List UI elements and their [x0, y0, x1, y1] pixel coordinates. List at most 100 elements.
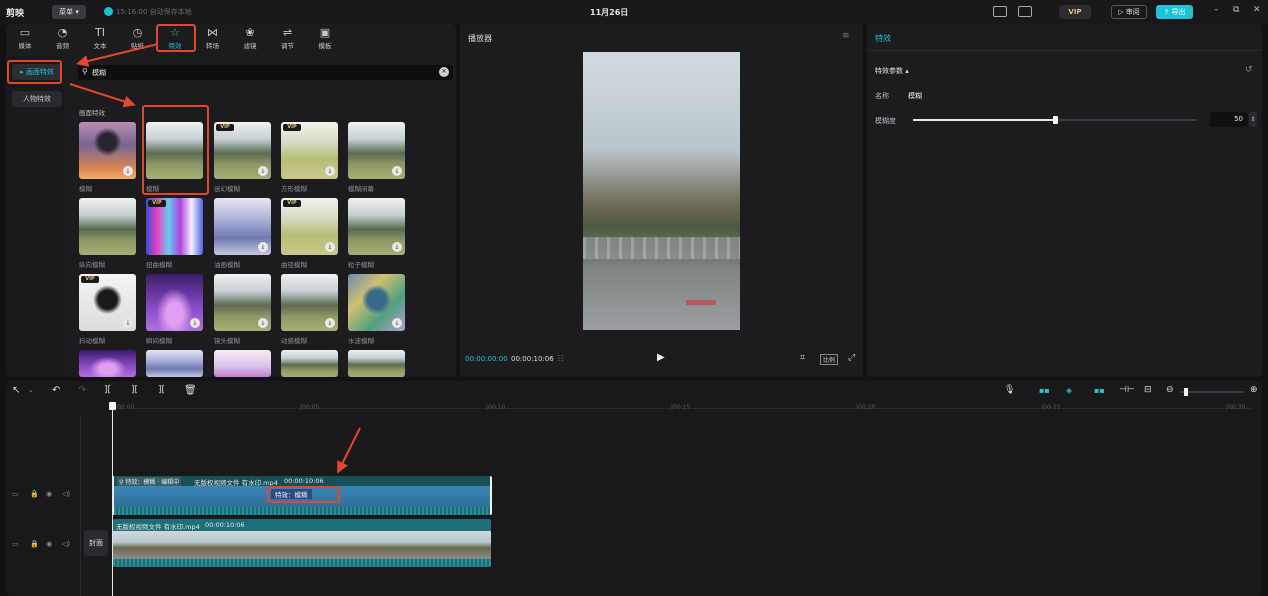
search-input[interactable]: ⚲ 模糊 ✕: [78, 65, 453, 80]
vip-badge: VIP: [148, 200, 166, 207]
player-panel: 播放器 ≡ 00:00:00:00 00:00:10:06 ☷ ▶ ⌗ 比例 ⤢: [460, 24, 863, 377]
sticker-icon: ◷: [132, 26, 143, 39]
microphone-icon[interactable]: 🎙: [1004, 385, 1015, 395]
track1-eye-icon[interactable]: ◉: [46, 490, 52, 498]
ruler-ticks: [120, 408, 1252, 409]
effect-thumbnail[interactable]: ⤓: [348, 274, 405, 331]
effect-thumbnail[interactable]: ⤓: [348, 198, 405, 255]
effect-thumbnail[interactable]: [348, 350, 405, 377]
tab-template[interactable]: ▣ 模板: [309, 26, 341, 50]
effect-thumbnail[interactable]: ⤓: [348, 122, 405, 179]
transition-icon: ⋈: [207, 26, 218, 39]
delete-left-icon[interactable]: ][: [131, 385, 138, 395]
effect-thumbnail[interactable]: ⤓: [281, 274, 338, 331]
download-icon[interactable]: ⤓: [392, 242, 402, 252]
export-button[interactable]: ⇪ 导出: [1156, 5, 1193, 19]
tab-media[interactable]: ▭ 媒体: [9, 26, 41, 50]
main-track-magnet-icon[interactable]: ▪▪: [1039, 386, 1050, 395]
blur-degree-track[interactable]: [913, 116, 1197, 124]
subtitle-icon[interactable]: ⊟: [1144, 385, 1152, 395]
zoom-slider[interactable]: [1180, 388, 1244, 396]
tab-text[interactable]: TI 文本: [84, 26, 116, 50]
delete-right-icon[interactable]: ][: [158, 385, 165, 395]
track1-lock-icon[interactable]: 🔒: [30, 490, 39, 498]
blur-degree-stepper[interactable]: ⇕: [1249, 112, 1257, 127]
download-icon[interactable]: ⤓: [258, 242, 268, 252]
tab-adjust[interactable]: ⇌ 调节: [272, 26, 304, 50]
player-menu-icon[interactable]: ≡: [842, 31, 850, 41]
auto-snap-icon[interactable]: ◈: [1066, 386, 1072, 395]
effect-thumbnail[interactable]: [146, 350, 203, 377]
blur-degree-handle[interactable]: [1053, 116, 1058, 124]
tab-filter[interactable]: ❀ 滤镜: [234, 26, 266, 50]
video-clip-main[interactable]: 无版权视频文件 有水印.mp4 00:00:10:06: [113, 519, 491, 567]
vip-badge: VIP: [283, 200, 301, 207]
cover-button[interactable]: 封面: [84, 530, 108, 556]
effect-thumbnail[interactable]: ⤓: [79, 122, 136, 179]
effect-thumbnail[interactable]: VIP ⤓: [281, 198, 338, 255]
effect-thumbnail[interactable]: [79, 198, 136, 255]
tab-sticker[interactable]: ◷ 贴纸: [122, 26, 154, 50]
effect-thumbnail[interactable]: [281, 350, 338, 377]
ratio-button[interactable]: 比例: [820, 354, 839, 365]
clear-search-icon[interactable]: ✕: [439, 67, 449, 77]
effect-params-title: 特效参数 ▴: [875, 67, 909, 75]
download-icon[interactable]: ⤓: [258, 166, 268, 176]
download-icon[interactable]: ⤓: [325, 242, 335, 252]
keyboard-icon[interactable]: [993, 6, 1007, 17]
track2-eye-icon[interactable]: ◉: [46, 540, 52, 548]
reset-icon[interactable]: ↺: [1245, 65, 1253, 75]
zoom-in-icon[interactable]: ⊕: [1250, 385, 1258, 395]
effect-thumbnail[interactable]: [79, 350, 136, 377]
layout-icon[interactable]: [1018, 6, 1032, 17]
link-icon[interactable]: ▪▪: [1094, 386, 1105, 395]
effect-thumbnail[interactable]: ⤓: [214, 198, 271, 255]
track2-audio-icon[interactable]: ◁): [62, 540, 70, 548]
tab-audio[interactable]: ◔ 音频: [47, 26, 79, 50]
zoom-out-icon[interactable]: ⊖: [1166, 385, 1174, 395]
split-icon[interactable]: ][: [104, 385, 111, 395]
blur-degree-input[interactable]: 50: [1210, 112, 1248, 127]
effect-thumbnail[interactable]: VIP: [146, 198, 203, 255]
select-tool-icon[interactable]: ↖: [12, 385, 20, 396]
blur-degree-fill: [913, 119, 1055, 121]
preview-axis-icon[interactable]: ⊣⊢: [1119, 385, 1135, 395]
effect-thumbnail[interactable]: [214, 350, 271, 377]
effect-label: 油画模糊: [214, 261, 240, 269]
download-icon[interactable]: ⤓: [325, 166, 335, 176]
track2-lock-icon[interactable]: 🔒: [30, 540, 39, 548]
fullscreen-icon[interactable]: ⤢: [848, 353, 855, 363]
playhead[interactable]: [109, 402, 116, 596]
review-button[interactable]: ▷ 审阅: [1111, 5, 1147, 19]
audio-icon: ◔: [57, 26, 68, 39]
undo-icon[interactable]: ↶: [52, 385, 60, 396]
fps-icon[interactable]: ☷: [557, 354, 564, 363]
download-icon[interactable]: ⤓: [392, 318, 402, 328]
download-icon[interactable]: ⤓: [392, 166, 402, 176]
download-icon[interactable]: ⤓: [190, 318, 200, 328]
category-character-effects[interactable]: 人物特效: [12, 91, 62, 107]
menu-button[interactable]: 菜单 ▾: [52, 5, 86, 19]
redo-icon[interactable]: ↷: [78, 385, 86, 396]
effect-thumbnail[interactable]: ⤓: [214, 274, 271, 331]
effect-thumbnail[interactable]: VIP ⤓: [281, 122, 338, 179]
effect-thumbnail[interactable]: ⤓: [146, 274, 203, 331]
select-dropdown-icon[interactable]: ⌄: [28, 386, 34, 394]
download-icon[interactable]: ⤓: [325, 318, 335, 328]
effect-thumbnail[interactable]: VIP ⤓: [79, 274, 136, 331]
focus-icon[interactable]: ⌗: [800, 353, 805, 363]
tab-transition[interactable]: ⋈ 转场: [197, 26, 229, 50]
track1-audio-icon[interactable]: ◁): [62, 490, 70, 498]
close-button[interactable]: ✕: [1253, 5, 1261, 15]
vip-button[interactable]: VIP: [1059, 5, 1091, 19]
play-icon[interactable]: ▶: [657, 352, 665, 363]
minimize-button[interactable]: –: [1214, 5, 1219, 15]
delete-icon[interactable]: 🗑: [184, 385, 197, 396]
zoom-handle[interactable]: [1184, 388, 1188, 396]
download-icon[interactable]: ⤓: [123, 318, 133, 328]
download-icon[interactable]: ⤓: [258, 318, 268, 328]
download-icon[interactable]: ⤓: [123, 166, 133, 176]
playhead-handle[interactable]: [109, 402, 116, 410]
effect-thumbnail[interactable]: VIP ⤓: [214, 122, 271, 179]
maximize-button[interactable]: ⧉: [1233, 5, 1239, 15]
